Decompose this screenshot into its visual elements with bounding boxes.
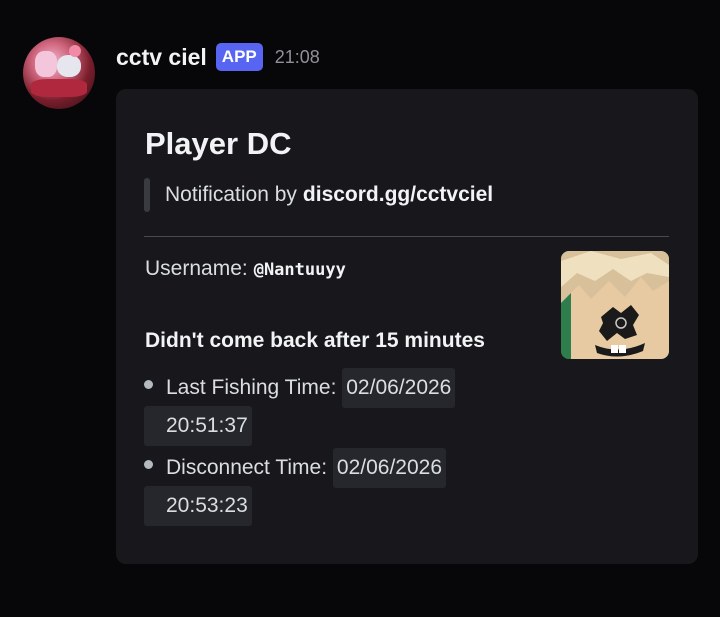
invite-link[interactable]: discord.gg/cctvciel (303, 183, 493, 207)
username-label: Username: (145, 257, 248, 280)
last-fishing-time: 20:51:37 (144, 406, 252, 446)
disconnect-label: Disconnect Time: (166, 456, 328, 479)
username-field: Username: @Nantuuyy (145, 257, 346, 281)
embed-card: Player DC Notification by discord.gg/cct… (116, 89, 698, 564)
last-fishing-date: 02/06/2026 (342, 368, 456, 408)
bullet-dot (144, 460, 153, 469)
quote-bar (144, 178, 150, 212)
bullet-dot (144, 380, 153, 389)
message-header: cctv ciel APP 21:08 (116, 40, 320, 74)
quote-prefix: Notification by (165, 183, 297, 206)
app-badge: APP (215, 43, 263, 71)
player-thumbnail[interactable] (561, 251, 669, 359)
disconnect-time: 20:53:23 (144, 486, 252, 526)
username-value: @Nantuuyy (253, 260, 346, 280)
author-avatar[interactable] (23, 37, 95, 109)
embed-quote: Notification by discord.gg/cctvciel (144, 178, 493, 212)
message-timestamp[interactable]: 21:08 (275, 47, 320, 68)
author-name[interactable]: cctv ciel (116, 44, 207, 71)
embed-divider (144, 236, 669, 237)
last-fishing-label: Last Fishing Time: (166, 376, 337, 399)
roblox-avatar-icon (561, 251, 669, 359)
status-heading: Didn't come back after 15 minutes (145, 329, 485, 352)
embed-title: Player DC (145, 126, 292, 161)
chat-message: cctv ciel APP 21:08 Player DC Notificati… (0, 0, 720, 617)
disconnect-date: 02/06/2026 (332, 448, 447, 488)
